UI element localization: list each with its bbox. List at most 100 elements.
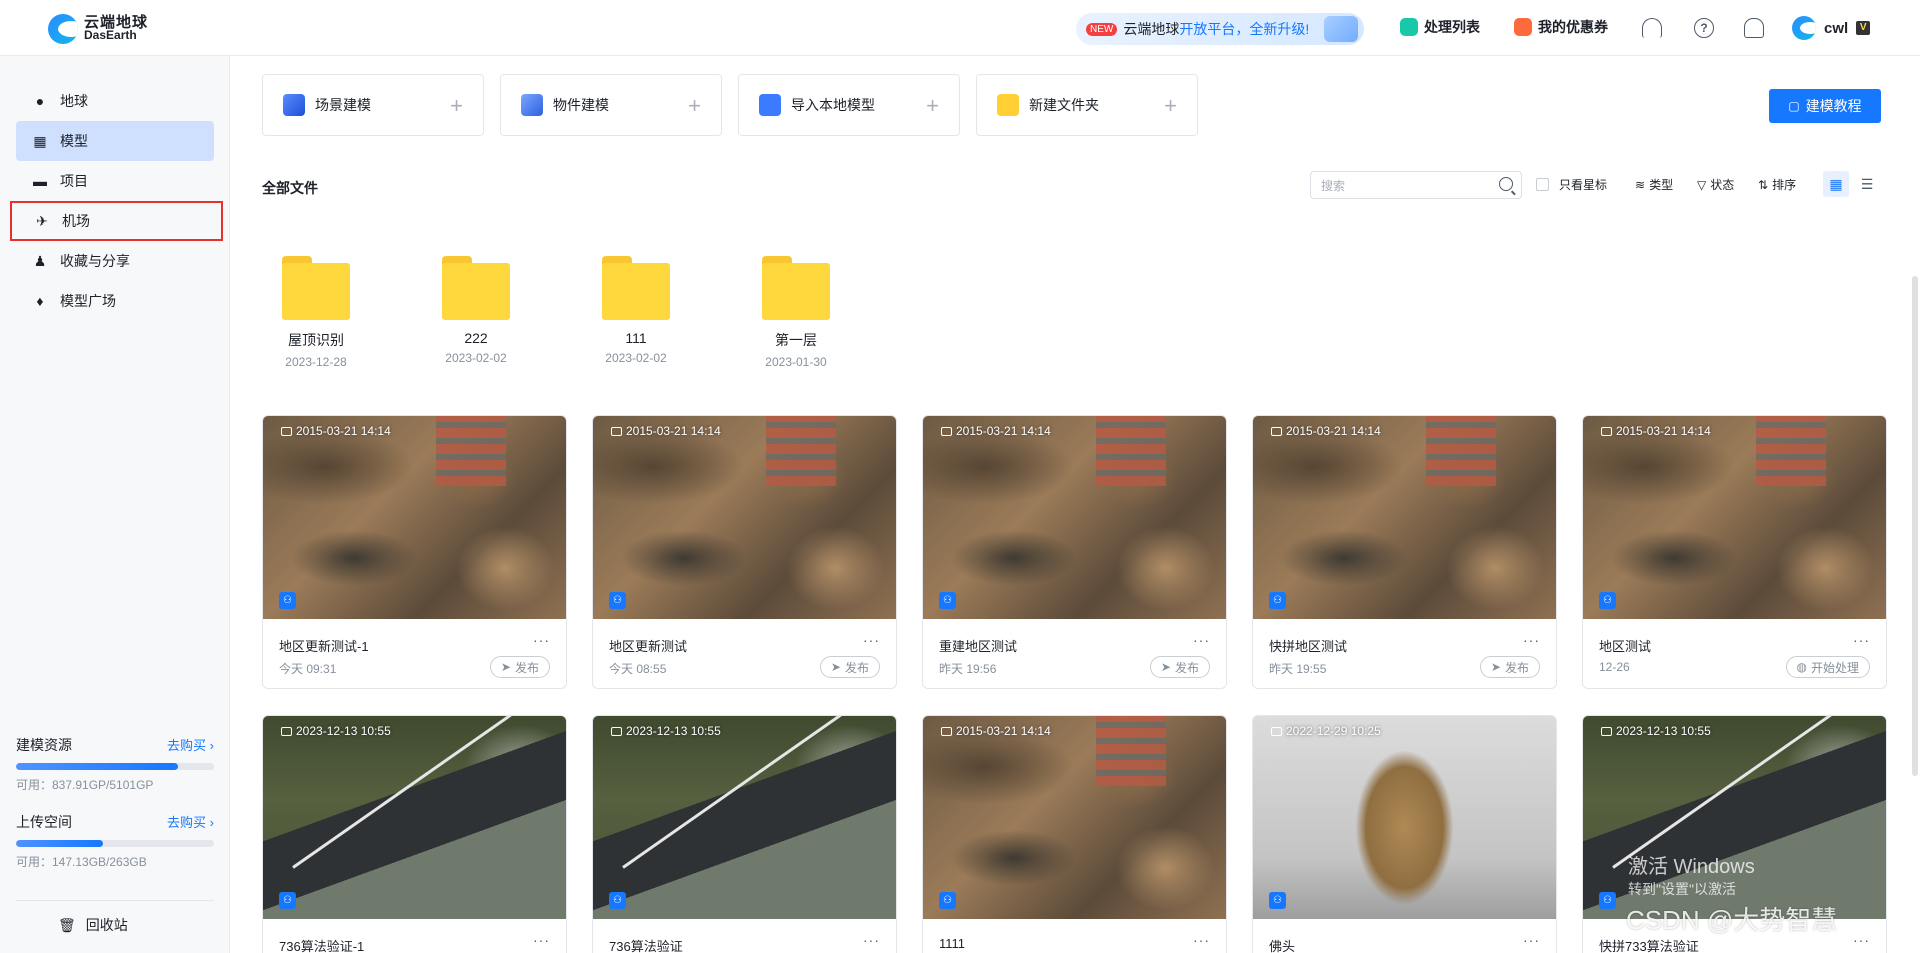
buy-link[interactable]: 去购买 ›	[167, 735, 214, 755]
list-view-button[interactable]: ☰	[1854, 171, 1880, 197]
model-card[interactable]: 2023-12-13 10:55 ⚇ 736算法验证-1 ···	[262, 715, 567, 953]
capture-time: 2023-12-13 10:55	[1601, 724, 1711, 738]
send-icon: ➤	[500, 660, 511, 674]
sidebar-item-models[interactable]: ▦ 模型	[16, 121, 214, 161]
model-thumbnail: 2023-12-13 10:55 ⚇	[593, 716, 896, 919]
type-filter[interactable]: ≋ 类型	[1635, 176, 1673, 193]
more-icon[interactable]: ···	[533, 632, 550, 648]
recycle-bin-link[interactable]: 🗑 回收站	[58, 915, 128, 935]
more-icon[interactable]: ···	[863, 632, 880, 648]
help-icon[interactable]: ?	[1694, 18, 1714, 38]
status-filter[interactable]: ▽ 状态	[1697, 176, 1734, 193]
more-icon[interactable]: ···	[1523, 632, 1540, 648]
scene-modeling-icon	[283, 94, 305, 116]
sidebar-item-projects[interactable]: ▬ 项目	[16, 161, 214, 201]
more-icon[interactable]: ···	[1193, 632, 1210, 648]
publish-button[interactable]: ➤ 发布	[1149, 656, 1210, 678]
brand-name-en: DasEarth	[84, 28, 137, 42]
more-icon[interactable]: ···	[1853, 932, 1870, 948]
sidebar-item-label: 地球	[60, 93, 88, 109]
publish-button[interactable]: ➤ 发布	[819, 656, 880, 678]
sidebar-item-model-plaza[interactable]: ♦ 模型广场	[16, 281, 214, 321]
send-icon: ➤	[1160, 660, 1171, 674]
more-icon[interactable]: ···	[1523, 932, 1540, 948]
new-folder-card[interactable]: 新建文件夹 +	[976, 74, 1198, 136]
model-card[interactable]: 2015-03-21 14:14 ⚇ 1111 ···	[922, 715, 1227, 953]
more-icon[interactable]: ···	[1193, 932, 1210, 948]
filter-icon: ▽	[1697, 177, 1707, 192]
folder-item[interactable]: 第一层 2023-01-30	[741, 256, 851, 369]
send-icon: ➤	[830, 660, 841, 674]
action-label: 物件建模	[553, 97, 609, 113]
more-icon[interactable]: ···	[533, 932, 550, 948]
list-view-icon: ☰	[1860, 175, 1874, 192]
capture-time: 2023-12-13 10:55	[611, 724, 721, 738]
sidebar-item-favorites-share[interactable]: ♟ 收藏与分享	[16, 241, 214, 281]
grid-view-button[interactable]: ▦	[1823, 171, 1849, 197]
model-card[interactable]: 2015-03-21 14:14 ⚇ 重建地区测试 昨天 19:56 ··· ➤…	[922, 415, 1227, 689]
model-card[interactable]: 2015-03-21 14:14 ⚇ 地区更新测试-1 今天 09:31 ···…	[262, 415, 567, 689]
folder-item[interactable]: 111 2023-02-02	[581, 256, 691, 365]
model-card[interactable]: 2015-03-21 14:14 ⚇ 地区更新测试 今天 08:55 ··· ➤…	[592, 415, 897, 689]
modeling-tutorial-button[interactable]: ▢ 建模教程	[1769, 89, 1881, 123]
more-icon[interactable]: ···	[1853, 632, 1870, 648]
coupons-link[interactable]: 我的优惠券	[1514, 17, 1608, 37]
scene-modeling-card[interactable]: 场景建模 +	[262, 74, 484, 136]
starred-only-checkbox[interactable]: 只看星标	[1536, 176, 1607, 193]
search-input[interactable]: 搜索	[1310, 171, 1522, 199]
model-card[interactable]: 2023-12-13 10:55 ⚇ 736算法验证 ···	[592, 715, 897, 953]
bell-icon[interactable]	[1744, 18, 1764, 38]
process-list-link[interactable]: 处理列表	[1400, 17, 1480, 37]
object-modeling-card[interactable]: 物件建模 +	[500, 74, 722, 136]
import-model-card[interactable]: 导入本地模型 +	[738, 74, 960, 136]
model-thumbnail: 2015-03-21 14:14 ⚇	[263, 416, 566, 619]
usage-bar	[16, 840, 214, 847]
camera-icon	[281, 726, 292, 736]
publish-button[interactable]: ➤ 发布	[489, 656, 550, 678]
csdn-watermark: CSDN @大势智慧	[1626, 905, 1838, 935]
more-icon[interactable]: ···	[863, 932, 880, 948]
brand-logo[interactable]: 云端地球 DasEarth	[48, 14, 148, 44]
process-list-label: 处理列表	[1424, 19, 1480, 35]
model-name: 快拼地区测试	[1269, 639, 1348, 654]
camera-icon	[1601, 726, 1612, 736]
sidebar-item-airport[interactable]: ✈ 机场	[10, 201, 223, 241]
folder-item[interactable]: 屋顶识别 2023-12-28	[261, 256, 371, 369]
user-menu[interactable]: cwl V	[1792, 16, 1871, 40]
model-card[interactable]: 2022-12-29 10:25 ⚇ 佛头 ···	[1252, 715, 1557, 953]
capture-time: 2015-03-21 14:14	[611, 424, 721, 438]
action-label: 新建文件夹	[1029, 97, 1099, 113]
folder-icon	[442, 256, 510, 320]
usage-bar	[16, 763, 214, 770]
sort-filter[interactable]: ⇅ 排序	[1758, 176, 1796, 193]
upload-icon	[759, 94, 781, 116]
headset-icon[interactable]	[1642, 18, 1662, 38]
model-time: 今天 09:31	[279, 662, 337, 676]
sidebar-item-label: 收藏与分享	[60, 253, 130, 269]
book-icon: ▢	[1788, 99, 1800, 113]
promo-banner[interactable]: NEW 云端地球 开放平台，全新升级!	[1076, 13, 1364, 45]
buy-link[interactable]: 去购买 ›	[167, 812, 214, 832]
model-thumbnail: 2015-03-21 14:14 ⚇	[1253, 416, 1556, 619]
plus-icon: +	[450, 93, 463, 118]
windows-activation-watermark: 激活 Windows 转到"设置"以激活	[1628, 856, 1755, 897]
model-thumbnail: 2015-03-21 14:14 ⚇	[923, 416, 1226, 619]
sidebar-item-globe[interactable]: ● 地球	[16, 81, 214, 121]
search-icon[interactable]	[1499, 177, 1513, 191]
folder-item[interactable]: 222 2023-02-02	[421, 256, 531, 365]
folder-date: 2023-01-30	[765, 355, 827, 369]
coupons-label: 我的优惠券	[1538, 19, 1608, 35]
folder-icon	[602, 256, 670, 320]
capture-time: 2022-12-29 10:25	[1271, 724, 1381, 738]
starred-label: 只看星标	[1559, 178, 1608, 192]
scrollbar[interactable]	[1912, 276, 1918, 776]
camera-icon	[941, 426, 952, 436]
tutorial-label: 建模教程	[1805, 98, 1862, 114]
folder-icon	[762, 256, 830, 320]
model-card[interactable]: 2015-03-21 14:14 ⚇ 快拼地区测试 昨天 19:55 ··· ➤…	[1252, 415, 1557, 689]
start-processing-button[interactable]: ◍ 开始处理	[1785, 656, 1870, 678]
model-thumbnail: 2015-03-21 14:14 ⚇	[1583, 416, 1886, 619]
promo-highlight: 开放平台，全新升级!	[1179, 21, 1310, 37]
model-card[interactable]: 2015-03-21 14:14 ⚇ 地区测试 12-26 ··· ◍ 开始处理	[1582, 415, 1887, 689]
publish-button[interactable]: ➤ 发布	[1479, 656, 1540, 678]
